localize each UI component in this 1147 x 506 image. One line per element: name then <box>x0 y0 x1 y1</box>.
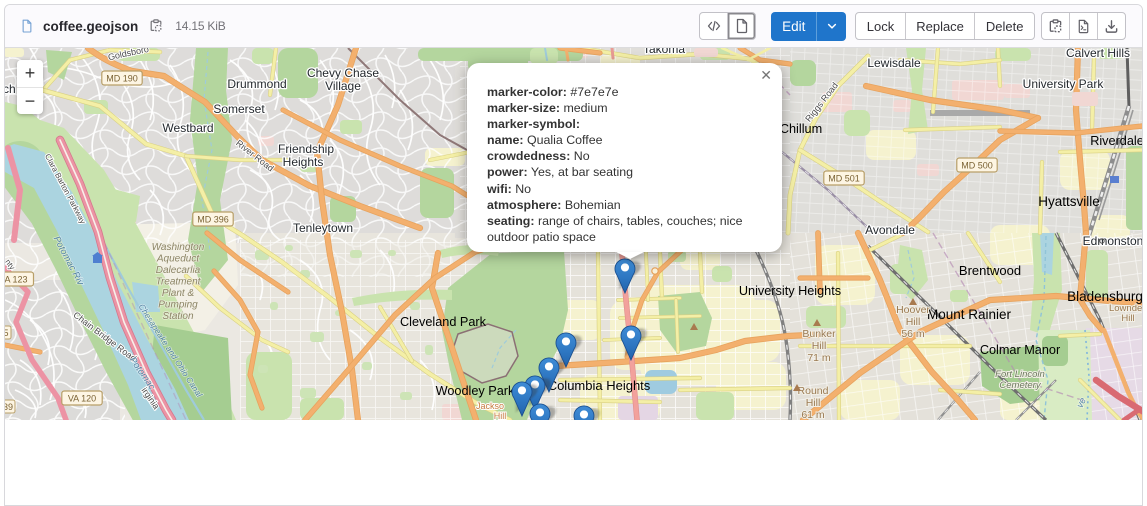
svg-text:Avondale: Avondale <box>865 223 915 237</box>
svg-text:Hoover: Hoover <box>896 304 930 316</box>
svg-text:Somerset: Somerset <box>213 102 265 116</box>
svg-text:Edmonston: Edmonston <box>1083 234 1142 248</box>
svg-text:Treatment: Treatment <box>156 277 202 288</box>
svg-text:39: 39 <box>5 402 13 412</box>
svg-text:Bunker: Bunker <box>802 328 836 340</box>
svg-text:Calvert Hills: Calvert Hills <box>1066 48 1130 60</box>
svg-text:Fort Lincoln: Fort Lincoln <box>995 369 1045 380</box>
svg-text:Friendship: Friendship <box>278 142 334 156</box>
svg-text:Village: Village <box>325 79 361 93</box>
svg-text:Colmar Manor: Colmar Manor <box>980 343 1061 357</box>
svg-text:Columbia Heights: Columbia Heights <box>548 378 651 393</box>
svg-text:Mount Rainier: Mount Rainier <box>927 307 1012 322</box>
svg-text:Hill: Hill <box>906 316 921 328</box>
svg-text:Lewisdale: Lewisdale <box>867 56 921 70</box>
svg-text:56 m: 56 m <box>901 328 925 340</box>
svg-text:University Park: University Park <box>1023 77 1105 91</box>
svg-text:Chillum: Chillum <box>780 122 822 136</box>
svg-text:Tenleytown: Tenleytown <box>293 221 353 235</box>
svg-text:61 m: 61 m <box>801 409 825 420</box>
svg-text:Pumping: Pumping <box>158 300 198 311</box>
svg-text:Dalecarlia: Dalecarlia <box>156 265 201 276</box>
svg-text:Westbard: Westbard <box>162 121 213 135</box>
svg-text:ch: ch <box>5 82 16 96</box>
svg-text:Hill: Hill <box>812 340 827 352</box>
svg-text:Cleveland Park: Cleveland Park <box>400 315 487 329</box>
svg-text:Hill: Hill <box>806 397 821 409</box>
svg-text:Station: Station <box>162 311 194 322</box>
svg-text:University Heights: University Heights <box>739 284 841 298</box>
svg-text:MD 501: MD 501 <box>828 174 860 184</box>
svg-text:MD 500: MD 500 <box>961 161 993 171</box>
svg-text:5: 5 <box>5 328 9 338</box>
svg-text:Aqueduct: Aqueduct <box>156 254 200 265</box>
svg-text:Heights: Heights <box>283 155 324 169</box>
svg-text:Hill: Hill <box>494 411 507 420</box>
svg-text:Plant &: Plant & <box>162 288 195 299</box>
svg-text:Woodley Park: Woodley Park <box>436 384 515 398</box>
svg-text:Brentwood: Brentwood <box>959 263 1021 278</box>
svg-text:Round: Round <box>798 385 829 397</box>
svg-text:Hill: Hill <box>1121 313 1134 324</box>
svg-text:MD 190: MD 190 <box>106 74 138 84</box>
svg-text:Hyattsville: Hyattsville <box>1038 194 1100 209</box>
svg-text:Chevy Chase: Chevy Chase <box>307 66 379 80</box>
svg-text:Takoma: Takoma <box>643 48 685 56</box>
svg-text:Cemetery: Cemetery <box>999 380 1041 391</box>
svg-text:MD 396: MD 396 <box>197 215 229 225</box>
svg-text:Drummond: Drummond <box>227 77 286 91</box>
svg-text:Jackso: Jackso <box>476 401 504 411</box>
svg-text:Bladensburg: Bladensburg <box>1067 289 1142 304</box>
svg-text:Washington: Washington <box>152 242 205 253</box>
svg-text:A 123: A 123 <box>5 275 28 285</box>
svg-text:Riverdale: Riverdale <box>1090 134 1142 148</box>
svg-text:VA 120: VA 120 <box>68 394 96 404</box>
svg-text:71 m: 71 m <box>807 352 831 364</box>
